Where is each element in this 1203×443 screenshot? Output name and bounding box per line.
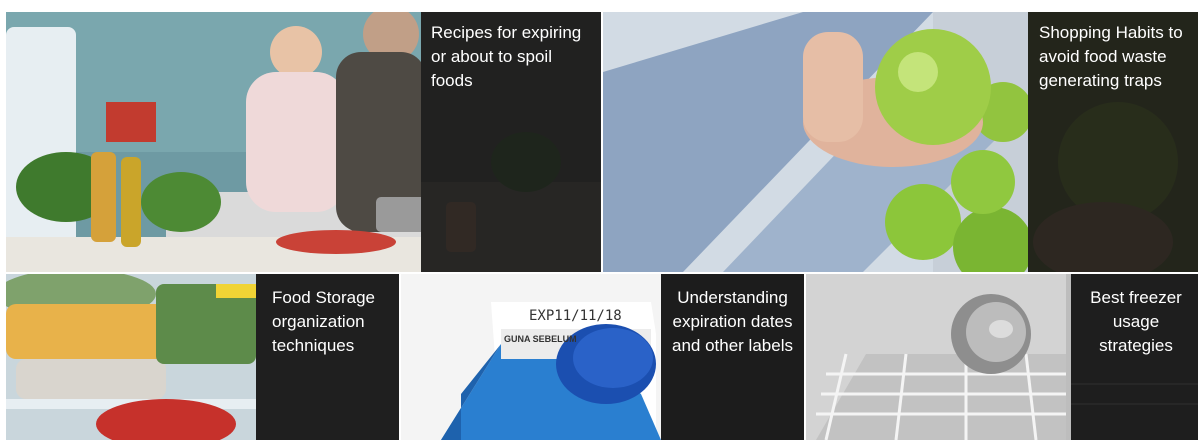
recipes-label: Recipes for expiring or about to spoil f…	[431, 23, 582, 90]
tile-expiration[interactable]: EXP11/11/18 GUNA SEBELUM Understanding e…	[401, 274, 804, 440]
tile-storage[interactable]: Food Storage organization techniques	[6, 274, 399, 440]
carton-brand-text: GUNA SEBELUM	[504, 334, 577, 344]
shopping-label: Shopping Habits to avoid food waste gene…	[1039, 23, 1183, 90]
freezer-label: Best freezer usage strategies	[1090, 288, 1182, 355]
food-waste-topic-grid: Recipes for expiring or about to spoil f…	[6, 12, 1198, 440]
expiry-stamp: EXP11/11/18	[529, 308, 622, 324]
tile-recipes[interactable]: Recipes for expiring or about to spoil f…	[6, 12, 601, 272]
storage-label: Food Storage organization techniques	[272, 288, 376, 355]
tile-shopping[interactable]: Shopping Habits to avoid food waste gene…	[603, 12, 1198, 272]
tile-freezer[interactable]: Best freezer usage strategies	[806, 274, 1198, 440]
expiration-label: Understanding expiration dates and other…	[672, 288, 793, 355]
